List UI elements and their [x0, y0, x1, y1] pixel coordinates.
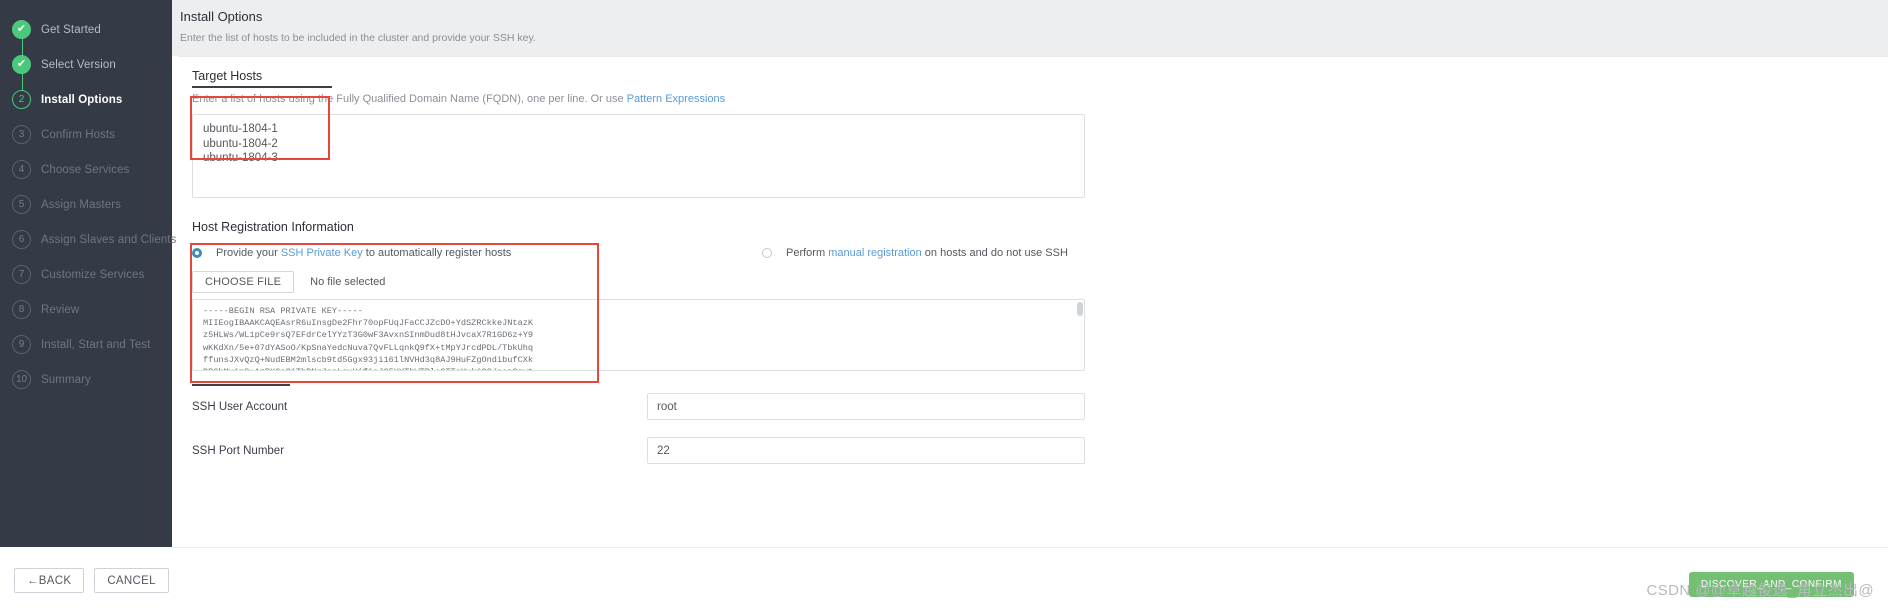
sidebar-step-label: Install, Start and Test [41, 338, 151, 351]
card-body: Target Hosts Enter a list of hosts using… [178, 69, 1888, 464]
sidebar-step-label: Assign Masters [41, 198, 122, 211]
sidebar-step-confirm-hosts[interactable]: 3 Confirm Hosts [0, 117, 172, 152]
sidebar-step-assign-masters[interactable]: 5 Assign Masters [0, 187, 172, 222]
sidebar-step-label: Customize Services [41, 268, 145, 281]
sidebar-step-label: Get Started [41, 23, 101, 36]
pattern-expressions-link[interactable]: Pattern Expressions [627, 93, 725, 105]
cancel-button[interactable]: CANCEL [94, 568, 169, 593]
registration-option-manual-label: Perform manual registration on hosts and… [786, 247, 1068, 259]
wizard-nav-footer: ←BACK CANCEL [0, 547, 172, 614]
target-hosts-helper-text: Enter a list of hosts using the Fully Qu… [192, 93, 627, 105]
ssh-user-label: SSH User Account [192, 400, 288, 413]
ssh-option-prefix: Provide your [216, 247, 281, 259]
step-number-icon: 2 [12, 90, 31, 109]
check-icon: ✔ [12, 55, 31, 74]
step-number-icon: 7 [12, 265, 31, 284]
step-number-icon: 5 [12, 195, 31, 214]
target-hosts-input[interactable] [192, 114, 1085, 198]
ssh-user-input[interactable] [647, 393, 1085, 420]
selected-file-name: No file selected [310, 276, 386, 288]
step-number-icon: 10 [12, 370, 31, 389]
private-key-scrollbar-thumb[interactable] [1077, 302, 1083, 316]
step-number-icon: 9 [12, 335, 31, 354]
manual-option-suffix: on hosts and do not use SSH [921, 247, 1068, 259]
ssh-port-input[interactable] [647, 437, 1085, 464]
sidebar-step-label: Choose Services [41, 163, 130, 176]
annotation-strikethrough-helper [192, 86, 332, 88]
page-title: Install Options [180, 9, 263, 24]
page-subtitle: Enter the list of hosts to be included i… [180, 32, 536, 44]
sidebar-step-label: Confirm Hosts [41, 128, 116, 141]
sidebar-step-select-version[interactable]: ✔ Select Version [0, 47, 172, 82]
ssh-port-label: SSH Port Number [192, 444, 285, 457]
manual-option-prefix: Perform [786, 247, 829, 259]
sidebar-step-install-options[interactable]: 2 Install Options [0, 82, 172, 117]
radio-ssh-key-icon[interactable] [192, 248, 202, 258]
step-number-icon: 8 [12, 300, 31, 319]
sidebar-step-review[interactable]: 8 Review [0, 292, 172, 327]
ssh-private-key-link[interactable]: SSH Private Key [281, 247, 363, 259]
private-key-wrapper [192, 299, 1085, 376]
manual-registration-link[interactable]: manual registration [828, 247, 922, 259]
sidebar-step-label: Install Options [41, 93, 123, 106]
ssh-port-row: SSH Port Number [192, 437, 1085, 464]
sidebar-step-assign-slaves-clients[interactable]: 6 Assign Slaves and Clients [0, 222, 176, 257]
page-header: Install Options Enter the list of hosts … [172, 0, 1888, 56]
sidebar-step-choose-services[interactable]: 4 Choose Services [0, 152, 172, 187]
page-bottom-bar: DISCOVER_AND_CONFIRM CSDN @@卓越俊逸_角立杰出@ [172, 547, 1888, 614]
back-button[interactable]: ←BACK [14, 568, 85, 593]
annotation-strikethrough-ssh-user [192, 384, 290, 386]
registration-options-row: Provide your SSH Private Key to automati… [192, 247, 1085, 259]
sidebar-step-install-start-test[interactable]: 9 Install, Start and Test [0, 327, 172, 362]
step-number-icon: 6 [12, 230, 31, 249]
sidebar-step-label: Summary [41, 373, 91, 386]
csdn-watermark: CSDN @@卓越俊逸_角立杰出@ [1646, 582, 1874, 599]
check-icon: ✔ [12, 20, 31, 39]
step-number-icon: 4 [12, 160, 31, 179]
ssh-private-key-input[interactable] [192, 299, 1085, 371]
install-wizard-page: ✔ Get Started ✔ Select Version 2 Install… [0, 0, 1888, 614]
radio-manual-registration-icon[interactable] [762, 248, 772, 258]
ssh-user-row: SSH User Account [192, 393, 1085, 420]
target-hosts-helper: Enter a list of hosts using the Fully Qu… [192, 93, 1888, 105]
registration-option-ssh[interactable]: Provide your SSH Private Key to automati… [192, 247, 762, 259]
main-content: Install Options Enter the list of hosts … [172, 0, 1888, 614]
wizard-step-list: ✔ Get Started ✔ Select Version 2 Install… [0, 0, 176, 547]
sidebar-step-customize-services[interactable]: 7 Customize Services [0, 257, 172, 292]
install-options-card: Target Hosts Enter a list of hosts using… [178, 56, 1888, 614]
registration-option-ssh-label: Provide your SSH Private Key to automati… [216, 247, 511, 259]
target-hosts-title: Target Hosts [192, 69, 263, 83]
step-number-icon: 3 [12, 125, 31, 144]
sidebar-step-get-started[interactable]: ✔ Get Started [0, 12, 172, 47]
registration-option-manual[interactable]: Perform manual registration on hosts and… [762, 247, 1068, 259]
sidebar-step-label: Select Version [41, 58, 116, 71]
sidebar-step-label: Assign Slaves and Clients [41, 233, 177, 246]
host-registration-title: Host Registration Information [192, 220, 354, 234]
ssh-option-suffix: to automatically register hosts [362, 247, 512, 259]
file-chooser-row: CHOOSE FILE No file selected [192, 271, 1888, 293]
sidebar-step-label: Review [41, 303, 80, 316]
wizard-sidebar: ✔ Get Started ✔ Select Version 2 Install… [0, 0, 176, 614]
choose-file-button[interactable]: CHOOSE FILE [192, 271, 295, 293]
sidebar-step-summary[interactable]: 10 Summary [0, 362, 172, 397]
